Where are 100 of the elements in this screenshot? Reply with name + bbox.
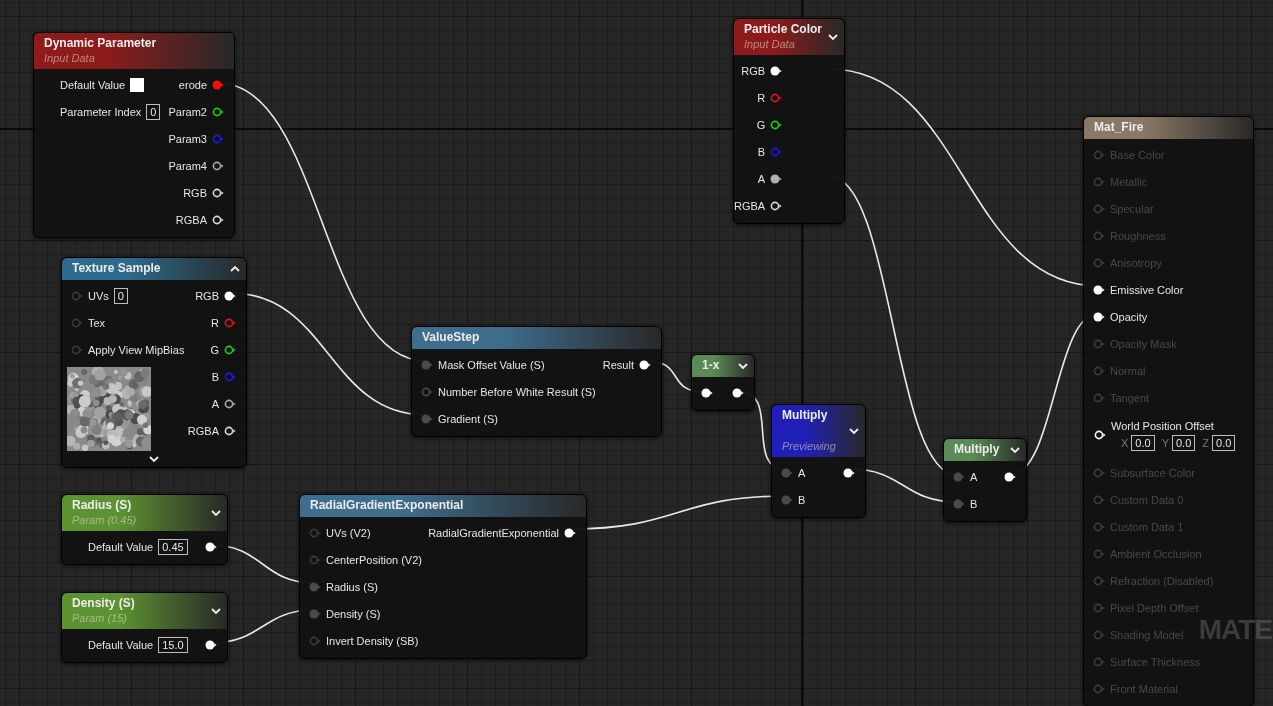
chevron-down-icon[interactable] bbox=[149, 455, 159, 463]
output-pin-icon[interactable] bbox=[224, 398, 236, 409]
input-pin-icon[interactable] bbox=[309, 527, 321, 538]
pin-label: Result bbox=[602, 358, 634, 371]
node-title: ValueStep bbox=[422, 330, 481, 345]
output-pin-icon[interactable] bbox=[770, 119, 783, 130]
output-pin-icon[interactable] bbox=[212, 160, 224, 171]
input-pin-icon[interactable] bbox=[953, 471, 965, 482]
output-pin-icon[interactable] bbox=[770, 65, 783, 76]
pin-label: Param2 bbox=[168, 105, 207, 118]
input-pin-icon[interactable] bbox=[421, 386, 433, 397]
input-pin-icon[interactable] bbox=[781, 494, 793, 505]
output-pin-icon[interactable] bbox=[224, 290, 236, 301]
pin-label: Mask Offset Value (S) bbox=[438, 358, 545, 371]
pin-label: B bbox=[211, 370, 219, 383]
input-pin-icon[interactable] bbox=[309, 635, 321, 646]
number-field[interactable]: 0.45 bbox=[158, 538, 188, 555]
node-title: RadialGradientExponential bbox=[310, 498, 465, 513]
input-pin-icon[interactable] bbox=[71, 317, 83, 328]
pin-label: World Position Offset bbox=[1111, 419, 1215, 432]
input-pin-icon[interactable] bbox=[781, 467, 793, 478]
input-pin-icon[interactable] bbox=[71, 290, 83, 301]
pin-label: RGB bbox=[195, 289, 219, 302]
node-title: Mat_Fire bbox=[1094, 120, 1145, 135]
pin-label: R bbox=[757, 91, 766, 104]
input-pin-icon[interactable] bbox=[421, 413, 433, 424]
chevron-down-icon[interactable] bbox=[1010, 446, 1020, 454]
graph-node[interactable]: ValueStep Mask Offset Value (S) Number Before White Result (S) Gradient (S) Result bbox=[411, 326, 662, 437]
graph-node[interactable]: Multiply A B bbox=[943, 438, 1027, 522]
output-pin-icon[interactable] bbox=[224, 425, 236, 436]
output-pin-icon[interactable] bbox=[770, 173, 783, 184]
property-label: Default Value bbox=[60, 78, 126, 91]
number-field[interactable]: 15.0 bbox=[158, 636, 188, 653]
chevron-down-icon[interactable] bbox=[211, 607, 221, 615]
node-subtitle: Input Data bbox=[744, 37, 796, 51]
axis-label: Z bbox=[1202, 436, 1209, 449]
node-title: Texture Sample bbox=[72, 261, 162, 276]
property-label: Default Value bbox=[88, 638, 154, 651]
graph-node[interactable]: RadialGradientExponential UVs (V2) CenterPosition (V2) Radius (S) Density (S) Invert Density (SB) RadialGradientExponential bbox=[299, 494, 587, 659]
axis-label: Y bbox=[1161, 436, 1169, 449]
input-pin-icon[interactable] bbox=[309, 608, 321, 619]
chevron-down-icon[interactable] bbox=[849, 427, 859, 435]
pin-label: UVs (V2) bbox=[326, 526, 371, 539]
output-pin-icon[interactable] bbox=[205, 639, 217, 650]
node-title: Multiply bbox=[954, 442, 1000, 457]
pin-label: erode bbox=[178, 78, 207, 91]
pin-label: R bbox=[211, 316, 219, 329]
pin-label: Invert Density (SB) bbox=[326, 634, 419, 647]
pin-label: Param4 bbox=[168, 159, 207, 172]
pin-label: RGB bbox=[741, 64, 766, 77]
chevron-down-icon[interactable] bbox=[828, 33, 838, 41]
graph-node[interactable]: Texture Sample UVs 0 Tex Apply View MipBias RGB R G B A RGBA bbox=[61, 257, 247, 468]
output-pin-icon[interactable] bbox=[224, 344, 236, 355]
output-pin-icon[interactable] bbox=[843, 467, 855, 478]
input-pin-icon[interactable] bbox=[309, 581, 321, 592]
output-pin-icon[interactable] bbox=[212, 187, 224, 198]
input-pin-icon[interactable] bbox=[701, 387, 713, 398]
pin-label: RGBA bbox=[734, 199, 766, 212]
graph-node[interactable]: Particle Color Input Data RGB R G B A RGBA bbox=[733, 18, 845, 224]
input-pin-icon[interactable] bbox=[1094, 430, 1106, 440]
color-swatch[interactable] bbox=[130, 77, 145, 92]
number-field[interactable]: 0.0 bbox=[1172, 434, 1196, 451]
output-pin-icon[interactable] bbox=[770, 200, 783, 211]
axis-label: X bbox=[1121, 436, 1129, 449]
chevron-up-icon[interactable] bbox=[230, 265, 240, 273]
output-pin-icon[interactable] bbox=[639, 359, 651, 370]
input-pin-icon[interactable] bbox=[953, 498, 965, 509]
output-pin-icon[interactable] bbox=[1004, 471, 1016, 482]
output-pin-icon[interactable] bbox=[212, 106, 224, 117]
input-pin-icon[interactable] bbox=[1093, 311, 1105, 322]
output-pin-icon[interactable] bbox=[732, 387, 744, 398]
output-pin-icon[interactable] bbox=[564, 527, 576, 538]
graph-node[interactable]: Dynamic Parameter Input Data Default Value Parameter Index 0 erode Param2 Param3 Param4 RGB RGBA bbox=[33, 32, 235, 238]
node-title: Density (S) bbox=[72, 596, 136, 611]
graph-node[interactable]: Radius (S) Param (0.45) Default Value 0.45 bbox=[61, 494, 228, 565]
property-label: Default Value bbox=[88, 540, 154, 553]
number-field[interactable]: 0 bbox=[146, 103, 161, 120]
number-field[interactable]: 0 bbox=[113, 287, 128, 304]
chevron-down-icon[interactable] bbox=[211, 509, 221, 517]
pin-label: B bbox=[970, 497, 978, 510]
chevron-down-icon[interactable] bbox=[738, 362, 748, 370]
input-pin-icon[interactable] bbox=[309, 554, 321, 565]
number-field[interactable]: 0.0 bbox=[1212, 434, 1236, 451]
input-pin-icon[interactable] bbox=[421, 359, 433, 370]
pin-label: G bbox=[756, 118, 766, 131]
graph-node[interactable]: Density (S) Param (15) Default Value 15.0 bbox=[61, 592, 228, 663]
pin-label: UVs bbox=[88, 289, 109, 302]
pin-label: RGBA bbox=[175, 213, 207, 226]
node-title: Dynamic Parameter bbox=[44, 36, 158, 51]
output-pin-icon[interactable] bbox=[212, 214, 224, 225]
input-pin-icon[interactable] bbox=[1093, 284, 1105, 295]
pin-label: Density (S) bbox=[326, 607, 381, 620]
number-field[interactable]: 0.0 bbox=[1131, 434, 1155, 451]
pin-label: RGB bbox=[183, 186, 207, 199]
pin-label: A bbox=[798, 466, 806, 479]
pin-label: Gradient (S) bbox=[438, 412, 498, 425]
pin-label: B bbox=[798, 493, 806, 506]
input-pin-icon[interactable] bbox=[71, 344, 83, 355]
node-title: 1-x bbox=[702, 358, 721, 373]
output-pin-icon[interactable] bbox=[205, 541, 217, 552]
